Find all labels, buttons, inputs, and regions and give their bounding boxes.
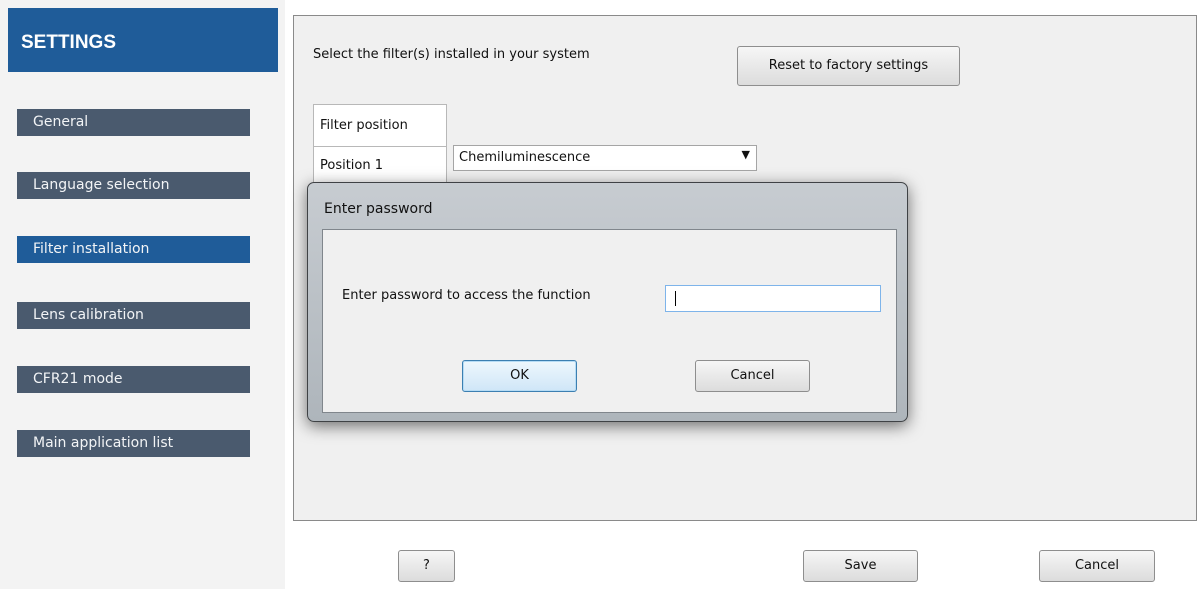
dialog-title: Enter password xyxy=(324,201,433,217)
sidebar-item-general[interactable]: General xyxy=(17,109,250,136)
sidebar xyxy=(0,0,285,589)
dialog-body: Enter password to access the function OK… xyxy=(322,229,897,413)
filter-select-position-1[interactable]: Chemiluminescence ▼ xyxy=(453,145,757,171)
ok-button[interactable]: OK xyxy=(462,360,577,392)
password-input[interactable] xyxy=(665,285,881,312)
sidebar-item-lens-calibration[interactable]: Lens calibration xyxy=(17,302,250,329)
sidebar-item-language-selection[interactable]: Language selection xyxy=(17,172,250,199)
dialog-cancel-button[interactable]: Cancel xyxy=(695,360,810,392)
filter-position-header: Filter position xyxy=(314,105,446,147)
sidebar-item-filter-installation[interactable]: Filter installation xyxy=(17,236,250,263)
settings-header: SETTINGS xyxy=(8,8,278,72)
reset-factory-settings-button[interactable]: Reset to factory settings xyxy=(737,46,960,86)
instruction-text: Select the filter(s) installed in your s… xyxy=(313,47,590,62)
save-button[interactable]: Save xyxy=(803,550,918,582)
cancel-button[interactable]: Cancel xyxy=(1039,550,1155,582)
position-1-label: Position 1 xyxy=(320,158,384,173)
sidebar-item-main-application-list[interactable]: Main application list xyxy=(17,430,250,457)
filter-position-table: Filter position Position 1 xyxy=(313,104,447,184)
text-cursor xyxy=(675,291,676,306)
password-label: Enter password to access the function xyxy=(342,288,591,303)
filter-select-value: Chemiluminescence xyxy=(459,150,591,165)
password-dialog: Enter password Enter password to access … xyxy=(307,182,908,422)
help-button[interactable]: ? xyxy=(398,550,455,582)
sidebar-item-cfr21-mode[interactable]: CFR21 mode xyxy=(17,366,250,393)
chevron-down-icon: ▼ xyxy=(741,148,750,161)
